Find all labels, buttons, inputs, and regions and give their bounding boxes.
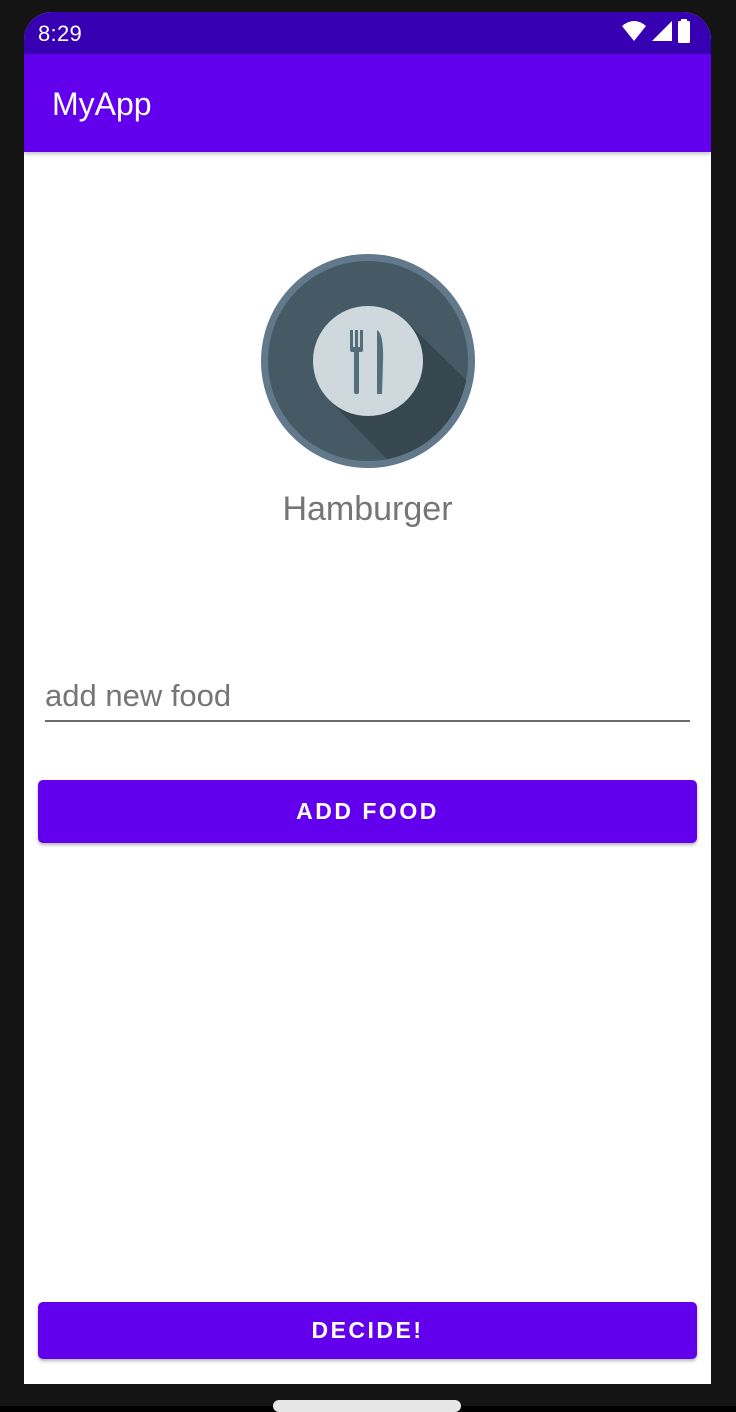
decide-button[interactable]: DECIDE! <box>38 1302 697 1359</box>
fork-knife-plate-icon <box>261 254 475 468</box>
navigation-handle[interactable] <box>273 1400 461 1412</box>
new-food-input[interactable] <box>45 672 690 722</box>
app-screen: 8:29 MyApp Hamburger add new food ADD FO… <box>24 12 711 1384</box>
device-frame: 8:29 MyApp Hamburger add new food ADD FO… <box>0 0 736 1412</box>
selected-food-name: Hamburger <box>282 490 453 528</box>
add-food-button[interactable]: ADD FOOD <box>38 780 697 843</box>
signal-icon <box>651 20 673 47</box>
status-time: 8:29 <box>38 21 83 46</box>
status-bar: 8:29 <box>24 12 711 54</box>
app-bar: MyApp <box>24 54 711 152</box>
battery-icon <box>677 18 691 48</box>
status-icons <box>621 18 691 48</box>
wifi-icon <box>621 20 647 47</box>
app-title: MyApp <box>52 86 152 122</box>
